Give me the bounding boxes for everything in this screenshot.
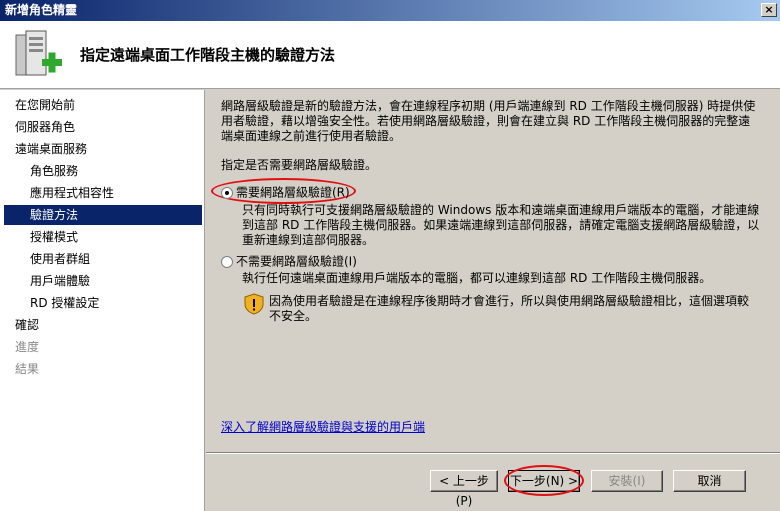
- nav-step-remote-desktop-services[interactable]: 遠端桌面服務: [15, 139, 87, 159]
- warning-line: 因為使用者驗證是在連線程序後期時才會進行，所以與使用網路層級驗證相比，這個選項較: [269, 294, 750, 308]
- red-highlight-ellipse: [504, 465, 584, 496]
- intro-line: 用者驗證，藉以增強安全性。若使用網路層級驗證，則會在建立與 RD 工作階段主機伺…: [221, 114, 751, 128]
- no-require-nla-description: 執行任何遠端桌面連線用戶端版本的電腦，都可以連線到這部 RD 工作階段主機伺服器…: [242, 271, 712, 285]
- nav-step-before-you-begin[interactable]: 在您開始前: [15, 95, 75, 115]
- wizard-content: 網路層級驗證是新的驗證方法，會在連線程序初期 (用戶端連線到 RD 工作階段主機…: [206, 90, 780, 450]
- nav-step-results: 結果: [15, 362, 40, 376]
- description-line: 只有同時執行可支援網路層級驗證的 Windows 版本和遠端桌面連線用戶端版本的…: [242, 203, 760, 217]
- nav-step-authentication-method[interactable]: 驗證方法: [4, 205, 202, 225]
- nav-step-client-experience[interactable]: 用戶端體驗: [30, 271, 90, 291]
- intro-line: 端桌面連線之前進行使用者驗證。: [221, 129, 402, 143]
- nav-step-confirmation[interactable]: 確認: [15, 315, 39, 335]
- wizard-header: 指定遠端桌面工作階段主機的驗證方法: [0, 21, 780, 89]
- question-text: 指定是否需要網路層級驗證。: [221, 158, 378, 172]
- nav-step-user-groups[interactable]: 使用者群組: [30, 249, 90, 269]
- nav-step-role-services[interactable]: 角色服務: [30, 161, 78, 181]
- close-icon: ×: [764, 3, 774, 16]
- security-warning-shield-icon: [244, 293, 264, 315]
- window-title: 新增角色精靈: [5, 3, 78, 17]
- description-line: 到這部 RD 工作階段主機伺服器。如果遠端連線到這部伺服器，請確定電腦支援網路層…: [242, 218, 760, 232]
- nav-step-server-roles[interactable]: 伺服器角色: [15, 117, 75, 137]
- intro-line: 網路層級驗證是新的驗證方法，會在連線程序初期 (用戶端連線到 RD 工作階段主機…: [221, 99, 756, 113]
- install-button: 安裝(I): [591, 470, 663, 492]
- learn-more-nla-link[interactable]: 深入了解網路層級驗證與支援的用戶端: [221, 418, 425, 435]
- radio-no-require-nla[interactable]: 不需要網路層級驗證(I): [221, 252, 357, 270]
- page-title: 指定遠端桌面工作階段主機的驗證方法: [80, 46, 336, 64]
- button-bar-divider: [206, 452, 780, 454]
- back-button[interactable]: < 上一步(P): [430, 470, 498, 508]
- radio-require-nla[interactable]: 需要網路層級驗證(R): [221, 183, 350, 201]
- cancel-button[interactable]: 取消: [673, 470, 746, 492]
- radio-button-checked[interactable]: [221, 186, 233, 199]
- wizard-steps-nav: 在您開始前 伺服器角色 遠端桌面服務 角色服務 應用程式相容性 驗證方法 授權模…: [0, 90, 205, 511]
- intro-text: 網路層級驗證是新的驗證方法，會在連線程序初期 (用戶端連線到 RD 工作階段主機…: [221, 99, 761, 144]
- description-line: 重新連線到這部伺服器。: [242, 233, 375, 247]
- close-button[interactable]: ×: [761, 3, 777, 17]
- nav-step-application-compatibility[interactable]: 應用程式相容性: [30, 183, 114, 203]
- warning-text: 因為使用者驗證是在連線程序後期時才會進行，所以與使用網路層級驗證相比，這個選項較…: [269, 294, 769, 324]
- radio-button-unchecked[interactable]: [221, 255, 233, 268]
- add-server-role-icon: [15, 30, 62, 76]
- nav-step-licensing-mode[interactable]: 授權模式: [30, 227, 78, 247]
- radio-no-require-nla-label[interactable]: 不需要網路層級驗證(I): [236, 255, 357, 269]
- radio-require-nla-label[interactable]: 需要網路層級驗證(R): [236, 186, 350, 200]
- require-nla-description: 只有同時執行可支援網路層級驗證的 Windows 版本和遠端桌面連線用戶端版本的…: [242, 203, 762, 248]
- window-titlebar: 新增角色精靈 ×: [0, 0, 780, 21]
- nav-step-rd-licensing-config[interactable]: RD 授權設定: [30, 293, 99, 313]
- nav-step-progress: 進度: [15, 340, 40, 354]
- warning-line: 不安全。: [269, 309, 318, 323]
